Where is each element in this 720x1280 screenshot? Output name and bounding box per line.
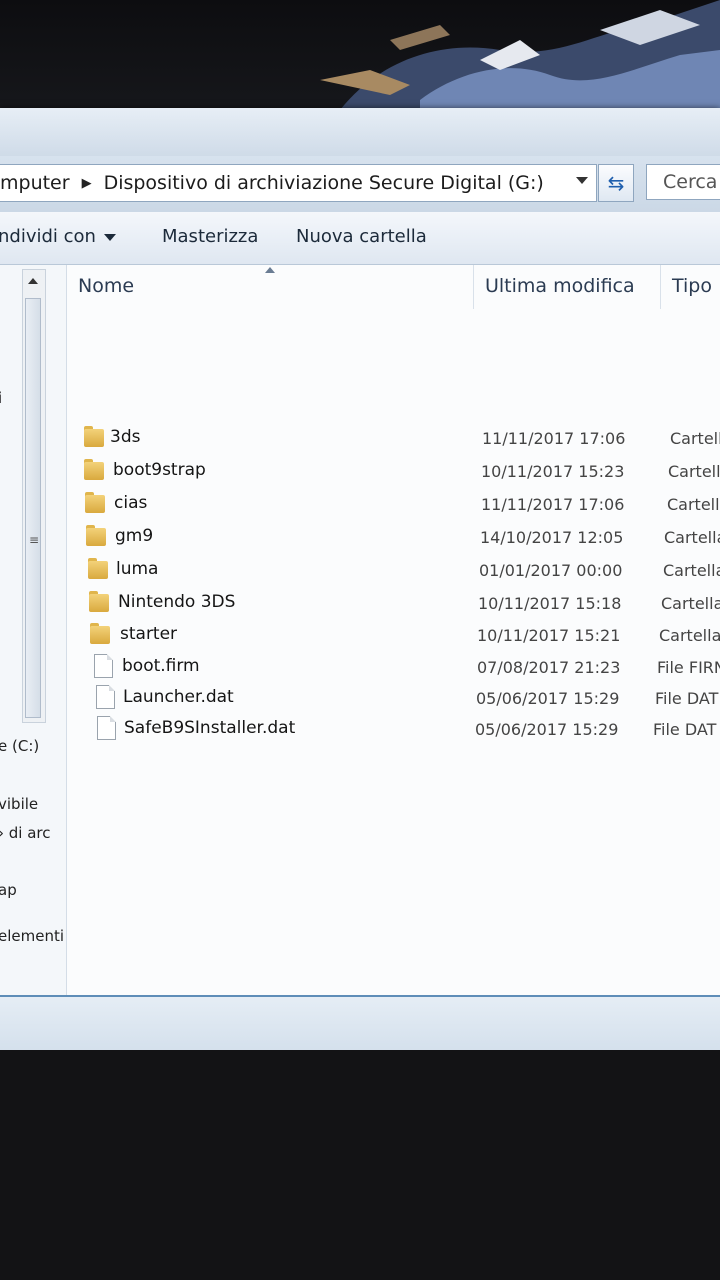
column-header-type[interactable]: Tipo — [672, 275, 712, 297]
refresh-button[interactable]: ⇆ — [598, 164, 634, 202]
file-modified-date: 05/06/2017 15:29 — [475, 720, 619, 739]
breadcrumb-sd-drive[interactable]: Dispositivo di archiviazione Secure Digi… — [104, 172, 544, 194]
search-placeholder: Cerca D — [663, 171, 720, 193]
file-name: boot.firm — [122, 656, 200, 676]
status-bar — [0, 995, 720, 1052]
folder-icon — [85, 491, 105, 515]
file-icon — [94, 685, 115, 709]
file-row[interactable]: Nintendo 3DS 10/11/2017 15:18 Cartella — [67, 588, 720, 620]
column-header-row: Nome Ultima modifica Tipo — [67, 265, 720, 309]
file-type: Cartella — [661, 594, 720, 613]
folder-icon — [84, 458, 104, 482]
breadcrumb-separator-icon[interactable]: ▶ — [82, 176, 92, 191]
file-name: SafeB9SInstaller.dat — [124, 718, 296, 738]
wallpaper-artwork — [320, 0, 720, 120]
search-input[interactable]: Cerca D — [646, 164, 720, 200]
file-name: luma — [116, 559, 159, 579]
file-type: Cartell — [670, 429, 720, 448]
address-dropdown-icon[interactable] — [576, 177, 588, 184]
file-name: gm9 — [115, 526, 154, 546]
chevron-down-icon — [103, 233, 116, 241]
nav-item-local-disk[interactable]: e (C:) — [0, 737, 39, 755]
item-count: elementi — [0, 927, 65, 945]
file-row[interactable]: 3ds 11/11/2017 17:06 Cartell — [67, 423, 720, 455]
breadcrumb-computer[interactable]: mputer — [0, 172, 70, 194]
file-modified-date: 05/06/2017 15:29 — [476, 689, 620, 708]
file-type: Cartell — [667, 495, 720, 514]
file-type: Cartella — [659, 626, 720, 645]
file-modified-date: 14/10/2017 12:05 — [480, 528, 624, 547]
file-type: File DAT — [653, 720, 717, 739]
burn-button[interactable]: Masterizza — [162, 226, 258, 247]
file-row[interactable]: boot9strap 10/11/2017 15:23 Cartell — [67, 456, 720, 488]
file-row[interactable]: luma 01/01/2017 00:00 Cartella — [67, 555, 720, 587]
window-titlebar[interactable] — [0, 108, 720, 156]
nav-scrollbar[interactable]: ≡ — [22, 269, 46, 723]
folder-icon — [88, 557, 108, 581]
nav-item-fragment-ap[interactable]: ap — [0, 881, 17, 899]
file-name: Launcher.dat — [123, 687, 234, 707]
column-divider[interactable] — [660, 265, 661, 309]
nav-scroll-thumb[interactable]: ≡ — [25, 298, 41, 718]
nav-item-removable[interactable]: vibile — [0, 795, 38, 813]
file-row[interactable]: Launcher.dat 05/06/2017 15:29 File DAT — [67, 683, 720, 715]
file-type: File DAT — [655, 689, 719, 708]
file-row[interactable]: cias 11/11/2017 17:06 Cartell — [67, 489, 720, 521]
file-icon — [95, 716, 116, 740]
scroll-up-icon[interactable] — [28, 278, 38, 284]
sort-ascending-icon — [265, 267, 275, 273]
desk-background — [0, 1050, 720, 1280]
command-bar: ndividi con Masterizza Nuova cartella — [0, 212, 720, 265]
new-folder-button[interactable]: Nuova cartella — [296, 226, 427, 247]
file-name: cias — [114, 493, 148, 513]
address-row: mputer ▶ Dispositivo di archiviazione Se… — [0, 156, 720, 212]
share-with-label: ndividi con — [0, 226, 96, 247]
file-row[interactable]: gm9 14/10/2017 12:05 Cartella — [67, 522, 720, 554]
file-modified-date: 10/11/2017 15:23 — [481, 462, 625, 481]
grip-icon: ≡ — [28, 533, 40, 547]
refresh-icon: ⇆ — [607, 171, 625, 195]
folder-icon — [90, 622, 110, 646]
explorer-window: mputer ▶ Dispositivo di archiviazione Se… — [0, 108, 720, 1052]
file-modified-date: 11/11/2017 17:06 — [482, 429, 626, 448]
file-modified-date: 07/08/2017 21:23 — [477, 658, 621, 677]
file-row[interactable]: boot.firm 07/08/2017 21:23 File FIRN — [67, 652, 720, 684]
desktop-wallpaper — [0, 0, 720, 120]
file-modified-date: 10/11/2017 15:21 — [477, 626, 621, 645]
file-row[interactable]: starter 10/11/2017 15:21 Cartella — [67, 620, 720, 652]
file-name: starter — [120, 624, 178, 644]
address-bar[interactable]: mputer ▶ Dispositivo di archiviazione Se… — [0, 164, 597, 202]
file-name: Nintendo 3DS — [118, 592, 236, 612]
folder-icon — [86, 524, 106, 548]
file-list: Nome Ultima modifica Tipo 3ds 11/11/2017 … — [67, 265, 720, 995]
file-type: File FIRN — [657, 658, 720, 677]
file-row[interactable]: SafeB9SInstaller.dat 05/06/2017 15:29 File… — [67, 714, 720, 746]
column-divider[interactable] — [473, 265, 474, 309]
share-with-button[interactable]: ndividi con — [0, 226, 116, 247]
file-modified-date: 10/11/2017 15:18 — [478, 594, 622, 613]
file-type: Cartell — [668, 462, 720, 481]
navigation-pane: ≡ i e (C:) vibile › di arc ap elementi — [0, 265, 67, 995]
file-type: Cartella — [663, 561, 720, 580]
file-type: Cartella — [664, 528, 720, 547]
column-header-name[interactable]: Nome — [78, 275, 134, 297]
nav-item-fragment[interactable]: i — [0, 389, 2, 407]
column-header-modified[interactable]: Ultima modifica — [485, 275, 635, 297]
file-modified-date: 01/01/2017 00:00 — [479, 561, 623, 580]
file-modified-date: 11/11/2017 17:06 — [481, 495, 625, 514]
file-name: boot9strap — [113, 460, 206, 480]
folder-icon — [84, 425, 104, 449]
nav-item-storage[interactable]: › di arc — [0, 824, 51, 842]
file-name: 3ds — [110, 427, 141, 447]
folder-icon — [89, 590, 109, 614]
file-icon — [92, 654, 113, 678]
